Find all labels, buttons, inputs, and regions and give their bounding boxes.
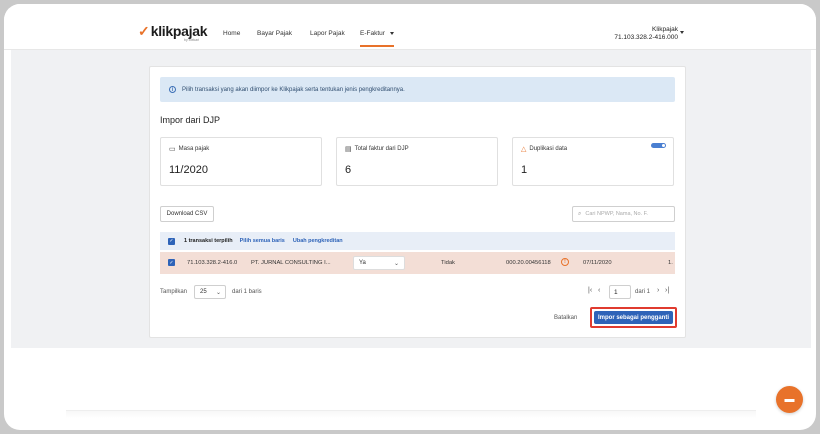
klikpajak-logo[interactable]: ✓ klikpajak by Mekari bbox=[138, 23, 208, 42]
stat-value: 1 bbox=[521, 164, 528, 176]
row-extra: 1. bbox=[668, 260, 673, 266]
show-label: Tampilkan bbox=[160, 289, 188, 295]
calendar-icon: ▭ bbox=[169, 146, 176, 153]
document-icon: ▤ bbox=[345, 146, 352, 153]
select-all-link[interactable]: Pilih semua baris bbox=[240, 238, 285, 244]
credit-select[interactable]: Ya ⌄ bbox=[353, 256, 405, 270]
select-all-checkbox[interactable]: ✓ bbox=[168, 237, 175, 245]
nav-home[interactable]: Home bbox=[223, 30, 240, 37]
per-page-value: 25 bbox=[200, 289, 207, 295]
next-page-icon[interactable]: › bbox=[657, 287, 659, 294]
download-csv-button[interactable]: Download CSV bbox=[160, 206, 214, 222]
chevron-down-icon: ⌄ bbox=[215, 290, 221, 296]
user-npwp: 71.103.328.2-416.000 bbox=[614, 34, 678, 41]
row-date: 07/11/2020 bbox=[583, 260, 612, 266]
chevron-down-icon: ⌄ bbox=[393, 261, 399, 267]
warning-icon[interactable]: ! bbox=[561, 258, 569, 266]
stat-value: 11/2020 bbox=[169, 164, 208, 176]
app-window: ✓ klikpajak by Mekari Home Bayar Pajak L… bbox=[4, 4, 816, 430]
rows-total: dari 1 baris bbox=[232, 289, 262, 295]
row-faktur: 000.20.00456118 bbox=[506, 260, 551, 266]
duplicate-toggle[interactable] bbox=[651, 143, 666, 148]
first-page-icon[interactable]: |‹ bbox=[588, 287, 592, 294]
row-checkbox[interactable]: ✓ bbox=[168, 259, 175, 266]
page-input[interactable]: 1 bbox=[609, 285, 631, 299]
main-content: i Pilih transaksi yang akan diimpor ke K… bbox=[11, 50, 811, 348]
selected-count: 1 transaksi terpilih bbox=[184, 238, 233, 244]
row-npwp: 71.103.328.2-416.0 bbox=[187, 260, 238, 266]
stat-label: Masa pajak bbox=[178, 146, 210, 152]
stat-masa-pajak: ▭ Masa pajak 11/2020 bbox=[160, 137, 322, 186]
prev-page-icon[interactable]: ‹ bbox=[598, 287, 600, 294]
user-menu[interactable]: Klikpajak 71.103.328.2-416.000 bbox=[614, 26, 678, 42]
pages-total: dari 1 bbox=[635, 289, 651, 295]
nav-efaktur-label: E-Faktur bbox=[360, 30, 385, 37]
search-placeholder: Cari NPWP, Nama, No. F. bbox=[585, 211, 648, 217]
stat-value: 6 bbox=[345, 164, 352, 176]
chevron-down-icon bbox=[389, 31, 394, 35]
row-name: PT. JURNAL CONSULTING I... bbox=[251, 260, 331, 266]
info-banner: i Pilih transaksi yang akan diimpor ke K… bbox=[160, 77, 675, 102]
search-input[interactable]: ⌕ Cari NPWP, Nama, No. F. bbox=[572, 206, 675, 222]
stat-duplikasi: △ Duplikasi data 1 bbox=[512, 137, 674, 186]
nav-lapor-pajak[interactable]: Lapor Pajak bbox=[310, 30, 345, 37]
pagination: Tampilkan 25 ⌄ dari 1 baris |‹ ‹ 1 dari … bbox=[160, 285, 675, 301]
bottom-panel-edge bbox=[66, 410, 756, 418]
stat-label: Total faktur dari DJP bbox=[354, 146, 409, 152]
nav-efaktur[interactable]: E-Faktur bbox=[360, 30, 394, 47]
cancel-button[interactable]: Batalkan bbox=[554, 315, 577, 321]
chat-icon[interactable]: ▬ bbox=[776, 386, 803, 413]
change-credit-link[interactable]: Ubah pengkreditan bbox=[293, 238, 343, 244]
import-replace-button[interactable]: Impor sebagai pengganti bbox=[594, 311, 673, 324]
stat-label: Duplikasi data bbox=[529, 146, 568, 152]
user-name: Klikpajak bbox=[651, 26, 678, 33]
table-header: ✓ 1 transaksi terpilih Pilih semua baris… bbox=[160, 232, 675, 250]
page-number: 1 bbox=[614, 288, 618, 296]
page-title: Impor dari DJP bbox=[160, 115, 221, 125]
logo-text: klikpajak bbox=[150, 23, 208, 39]
row-status: Tidak bbox=[441, 260, 455, 266]
info-icon: i bbox=[169, 86, 176, 93]
import-card: i Pilih transaksi yang akan diimpor ke K… bbox=[149, 66, 686, 338]
last-page-icon[interactable]: ›| bbox=[665, 287, 669, 294]
import-button-highlight: Impor sebagai pengganti bbox=[590, 307, 677, 328]
logo-subtext: by Mekari bbox=[184, 38, 200, 42]
top-navbar: ✓ klikpajak by Mekari Home Bayar Pajak L… bbox=[4, 4, 816, 50]
user-chevron-down-icon[interactable] bbox=[680, 31, 684, 34]
credit-select-value: Ya bbox=[359, 260, 366, 266]
per-page-select[interactable]: 25 ⌄ bbox=[194, 285, 226, 299]
nav-bayar-pajak[interactable]: Bayar Pajak bbox=[257, 30, 292, 37]
info-text: Pilih transaksi yang akan diimpor ke Kli… bbox=[182, 86, 405, 93]
check-logo-icon: ✓ bbox=[138, 23, 150, 39]
search-icon: ⌕ bbox=[578, 210, 582, 217]
table-row[interactable]: ✓ 71.103.328.2-416.0 PT. JURNAL CONSULTI… bbox=[160, 252, 675, 274]
stat-total-faktur: ▤ Total faktur dari DJP 6 bbox=[336, 137, 498, 186]
warning-icon: △ bbox=[521, 146, 527, 153]
